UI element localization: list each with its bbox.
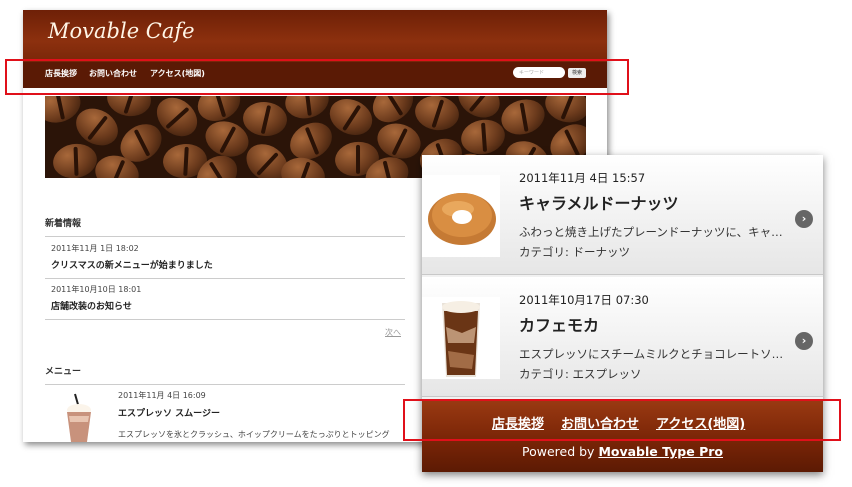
item-excerpt: ふわっと焼き上げたプレーンドーナッツに、キャラメル… [519, 225, 787, 239]
highlight-box-desktop-nav [5, 59, 629, 95]
powered-by-prefix: Powered by [522, 444, 599, 459]
divider [45, 236, 405, 237]
next-page-link[interactable]: 次へ [385, 327, 401, 338]
site-title[interactable]: Movable Cafe [48, 19, 195, 43]
movable-type-link[interactable]: Movable Type Pro [598, 444, 723, 459]
screenshot-stage: Movable Cafe 店長挨拶 お問い合わせ アクセス(地図) キーワード … [0, 0, 852, 487]
mobile-list-item[interactable]: 2011年10月17日 07:30 カフェモカ エスプレッソにスチームミルクとチ… [422, 277, 823, 397]
highlight-box-mobile-footer-nav [403, 399, 841, 441]
site-header: Movable Cafe [23, 10, 607, 62]
powered-by-text: Powered by Movable Type Pro [422, 444, 823, 459]
menu-entry-excerpt: エスプレッソを氷とクラッシュ、ホイップクリームをたっぷりとトッピング [118, 430, 390, 439]
item-title[interactable]: キャラメルドーナッツ [519, 190, 679, 214]
news-heading: 新着情報 [45, 219, 82, 229]
menu-heading: メニュー [45, 367, 82, 377]
item-date: 2011年10月17日 07:30 [519, 293, 649, 307]
news-entry-title[interactable]: クリスマスの新メニューが始まりました [51, 258, 213, 271]
chevron-right-icon[interactable]: › [795, 210, 813, 228]
donut-image [422, 175, 500, 257]
chevron-right-icon[interactable]: › [795, 332, 813, 350]
menu-entry-date: 2011年11月 4日 16:09 [118, 391, 206, 400]
item-category: カテゴリ: エスプレッソ [519, 367, 642, 381]
smoothie-cup-image [67, 393, 91, 442]
news-entry-date: 2011年11月 1日 18:02 [51, 244, 139, 253]
divider [45, 319, 405, 320]
item-category: カテゴリ: ドーナッツ [519, 245, 631, 259]
divider [45, 278, 405, 279]
item-excerpt: エスプレッソにスチームミルクとチョコレートソース… [519, 347, 787, 361]
item-date: 2011年11月 4日 15:57 [519, 171, 646, 185]
news-entry-title[interactable]: 店舗改装のお知らせ [51, 299, 132, 312]
news-entry-date: 2011年10月10日 18:01 [51, 285, 142, 294]
item-title[interactable]: カフェモカ [519, 312, 599, 336]
iced-coffee-image [422, 297, 500, 379]
menu-entry-title[interactable]: エスプレッソ スムージー [118, 406, 220, 419]
mobile-list-item[interactable]: 2011年11月 4日 15:57 キャラメルドーナッツ ふわっと焼き上げたプレ… [422, 155, 823, 275]
divider [45, 384, 405, 385]
